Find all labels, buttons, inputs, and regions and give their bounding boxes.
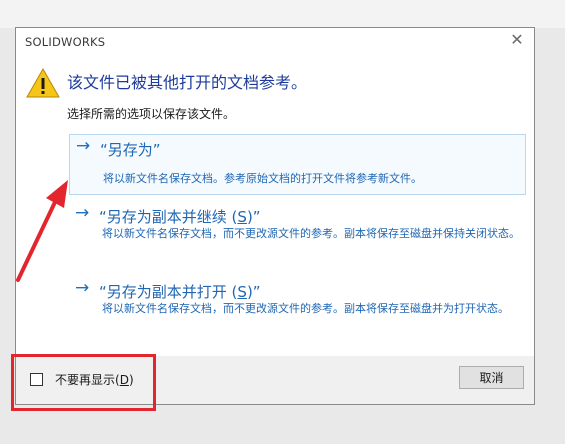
- close-icon[interactable]: ✕: [509, 32, 525, 48]
- option-title: “另存为副本并继续 (S)”: [99, 206, 261, 227]
- option-title-text: “另存为副本并继续 (: [99, 208, 238, 226]
- option-mnemonic: S: [237, 283, 247, 301]
- option-save-as[interactable]: → “另存为” 将以新文件名保存文档。参考原始文档的打开文件将参考新文件。: [69, 134, 526, 195]
- arrow-right-icon: →: [76, 136, 91, 156]
- option-title-text: “另存为”: [100, 141, 161, 159]
- annotation-highlight-box: [11, 354, 156, 411]
- dialog-heading: 该文件已被其他打开的文档参考。: [67, 73, 308, 92]
- option-save-copy-open[interactable]: → “另存为副本并打开 (S)” 将以新文件名保存文档，而不更改源文件的参考。副…: [69, 277, 526, 341]
- dialog-title: SOLIDWORKS: [25, 35, 106, 49]
- instruction-text: 选择所需的选项以保存该文件。: [67, 107, 236, 121]
- option-description: 将以新文件名保存文档。参考原始文档的打开文件将参考新文件。: [103, 172, 422, 185]
- option-save-copy-continue[interactable]: → “另存为副本并继续 (S)” 将以新文件名保存文档，而不更改源文件的参考。副…: [69, 202, 526, 266]
- cancel-button[interactable]: 取消: [459, 366, 524, 389]
- option-description: 将以新文件名保存文档，而不更改源文件的参考。副本将保存至磁盘并保持关闭状态。: [102, 227, 520, 240]
- background-window: [0, 0, 565, 28]
- option-title-suffix: )”: [246, 283, 261, 301]
- warning-icon: [26, 67, 60, 98]
- arrow-right-icon: →: [75, 203, 90, 223]
- option-title: “另存为”: [100, 139, 161, 160]
- option-title: “另存为副本并打开 (S)”: [99, 281, 261, 302]
- save-dialog: SOLIDWORKS ✕ 该文件已被其他打开的文档参考。 选择所需的选项以保存该…: [15, 27, 535, 405]
- arrow-right-icon: →: [75, 278, 90, 298]
- option-description: 将以新文件名保存文档，而不更改源文件的参考。副本将保存至磁盘并为打开状态。: [102, 302, 509, 315]
- option-title-suffix: )”: [246, 208, 261, 226]
- option-mnemonic: S: [237, 208, 247, 226]
- option-title-text: “另存为副本并打开 (: [99, 283, 238, 301]
